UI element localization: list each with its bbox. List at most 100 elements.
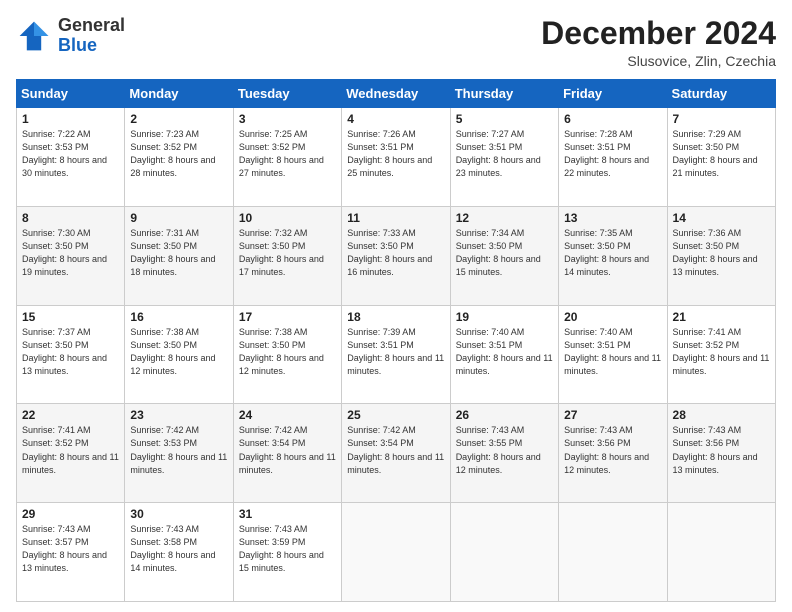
calendar-cell <box>559 503 667 602</box>
day-number: 13 <box>564 211 661 225</box>
cell-details: Sunrise: 7:42 AM Sunset: 3:53 PM Dayligh… <box>130 424 227 476</box>
day-number: 24 <box>239 408 336 422</box>
day-number: 12 <box>456 211 553 225</box>
cell-details: Sunrise: 7:34 AM Sunset: 3:50 PM Dayligh… <box>456 227 553 279</box>
day-number: 6 <box>564 112 661 126</box>
calendar-cell: 25 Sunrise: 7:42 AM Sunset: 3:54 PM Dayli… <box>342 404 450 503</box>
cell-details: Sunrise: 7:33 AM Sunset: 3:50 PM Dayligh… <box>347 227 444 279</box>
logo-general: General <box>58 16 125 36</box>
day-number: 10 <box>239 211 336 225</box>
cell-details: Sunrise: 7:22 AM Sunset: 3:53 PM Dayligh… <box>22 128 119 180</box>
weekday-monday: Monday <box>125 80 233 108</box>
calendar-cell: 2 Sunrise: 7:23 AM Sunset: 3:52 PM Daylig… <box>125 108 233 207</box>
day-number: 19 <box>456 310 553 324</box>
cell-details: Sunrise: 7:35 AM Sunset: 3:50 PM Dayligh… <box>564 227 661 279</box>
calendar-cell: 15Sunrise: 7:37 AM Sunset: 3:50 PM Dayli… <box>17 305 125 404</box>
day-number: 25 <box>347 408 444 422</box>
day-number: 29 <box>22 507 119 521</box>
cell-details: Sunrise: 7:38 AM Sunset: 3:50 PM Dayligh… <box>239 326 336 378</box>
cell-details: Sunrise: 7:40 AM Sunset: 3:51 PM Dayligh… <box>564 326 661 378</box>
day-number: 1 <box>22 112 119 126</box>
calendar-cell: 22 Sunrise: 7:41 AM Sunset: 3:52 PM Dayli… <box>17 404 125 503</box>
calendar-cell: 1 Sunrise: 7:22 AM Sunset: 3:53 PM Daylig… <box>17 108 125 207</box>
week-row-4: 22 Sunrise: 7:41 AM Sunset: 3:52 PM Dayli… <box>17 404 776 503</box>
day-number: 18 <box>347 310 444 324</box>
day-number: 15 <box>22 310 119 324</box>
cell-details: Sunrise: 7:27 AM Sunset: 3:51 PM Dayligh… <box>456 128 553 180</box>
weekday-saturday: Saturday <box>667 80 775 108</box>
calendar-cell: 24Sunrise: 7:42 AM Sunset: 3:54 PM Dayli… <box>233 404 341 503</box>
cell-details: Sunrise: 7:40 AM Sunset: 3:51 PM Dayligh… <box>456 326 553 378</box>
cell-details: Sunrise: 7:43 AM Sunset: 3:59 PM Dayligh… <box>239 523 336 575</box>
calendar-table: SundayMondayTuesdayWednesdayThursdayFrid… <box>16 79 776 602</box>
calendar-cell: 9 Sunrise: 7:31 AM Sunset: 3:50 PM Daylig… <box>125 206 233 305</box>
calendar-cell <box>667 503 775 602</box>
calendar-cell: 10Sunrise: 7:32 AM Sunset: 3:50 PM Dayli… <box>233 206 341 305</box>
calendar-cell: 3 Sunrise: 7:25 AM Sunset: 3:52 PM Daylig… <box>233 108 341 207</box>
day-number: 2 <box>130 112 227 126</box>
calendar-cell: 11 Sunrise: 7:33 AM Sunset: 3:50 PM Dayli… <box>342 206 450 305</box>
day-number: 31 <box>239 507 336 521</box>
cell-details: Sunrise: 7:31 AM Sunset: 3:50 PM Dayligh… <box>130 227 227 279</box>
day-number: 17 <box>239 310 336 324</box>
calendar-cell <box>342 503 450 602</box>
calendar-cell: 26Sunrise: 7:43 AM Sunset: 3:55 PM Dayli… <box>450 404 558 503</box>
day-number: 5 <box>456 112 553 126</box>
day-number: 20 <box>564 310 661 324</box>
logo-icon <box>16 18 52 54</box>
weekday-tuesday: Tuesday <box>233 80 341 108</box>
day-number: 22 <box>22 408 119 422</box>
day-number: 11 <box>347 211 444 225</box>
header: General Blue December 2024 Slusovice, Zl… <box>16 16 776 69</box>
day-number: 30 <box>130 507 227 521</box>
cell-details: Sunrise: 7:30 AM Sunset: 3:50 PM Dayligh… <box>22 227 119 279</box>
weekday-header-row: SundayMondayTuesdayWednesdayThursdayFrid… <box>17 80 776 108</box>
page: General Blue December 2024 Slusovice, Zl… <box>0 0 792 612</box>
cell-details: Sunrise: 7:36 AM Sunset: 3:50 PM Dayligh… <box>673 227 770 279</box>
day-number: 9 <box>130 211 227 225</box>
calendar-cell: 12 Sunrise: 7:34 AM Sunset: 3:50 PM Dayli… <box>450 206 558 305</box>
calendar-cell: 5 Sunrise: 7:27 AM Sunset: 3:51 PM Daylig… <box>450 108 558 207</box>
cell-details: Sunrise: 7:26 AM Sunset: 3:51 PM Dayligh… <box>347 128 444 180</box>
week-row-2: 8 Sunrise: 7:30 AM Sunset: 3:50 PM Daylig… <box>17 206 776 305</box>
cell-details: Sunrise: 7:43 AM Sunset: 3:56 PM Dayligh… <box>673 424 770 476</box>
cell-details: Sunrise: 7:43 AM Sunset: 3:57 PM Dayligh… <box>22 523 119 575</box>
calendar-cell: 17 Sunrise: 7:38 AM Sunset: 3:50 PM Dayli… <box>233 305 341 404</box>
day-number: 27 <box>564 408 661 422</box>
weekday-wednesday: Wednesday <box>342 80 450 108</box>
calendar-cell: 29 Sunrise: 7:43 AM Sunset: 3:57 PM Dayli… <box>17 503 125 602</box>
calendar-cell: 21Sunrise: 7:41 AM Sunset: 3:52 PM Dayli… <box>667 305 775 404</box>
weekday-friday: Friday <box>559 80 667 108</box>
cell-details: Sunrise: 7:43 AM Sunset: 3:58 PM Dayligh… <box>130 523 227 575</box>
title-block: December 2024 Slusovice, Zlin, Czechia <box>541 16 776 69</box>
day-number: 4 <box>347 112 444 126</box>
calendar-cell: 20 Sunrise: 7:40 AM Sunset: 3:51 PM Dayli… <box>559 305 667 404</box>
location: Slusovice, Zlin, Czechia <box>541 53 776 69</box>
day-number: 14 <box>673 211 770 225</box>
cell-details: Sunrise: 7:43 AM Sunset: 3:55 PM Dayligh… <box>456 424 553 476</box>
cell-details: Sunrise: 7:43 AM Sunset: 3:56 PM Dayligh… <box>564 424 661 476</box>
day-number: 8 <box>22 211 119 225</box>
weekday-thursday: Thursday <box>450 80 558 108</box>
month-title: December 2024 <box>541 16 776 51</box>
calendar-cell: 7Sunrise: 7:29 AM Sunset: 3:50 PM Daylig… <box>667 108 775 207</box>
calendar-cell: 28 Sunrise: 7:43 AM Sunset: 3:56 PM Dayli… <box>667 404 775 503</box>
week-row-1: 1 Sunrise: 7:22 AM Sunset: 3:53 PM Daylig… <box>17 108 776 207</box>
day-number: 28 <box>673 408 770 422</box>
day-number: 16 <box>130 310 227 324</box>
day-number: 7 <box>673 112 770 126</box>
calendar-cell: 30 Sunrise: 7:43 AM Sunset: 3:58 PM Dayli… <box>125 503 233 602</box>
calendar-cell: 19 Sunrise: 7:40 AM Sunset: 3:51 PM Dayli… <box>450 305 558 404</box>
calendar-cell: 31 Sunrise: 7:43 AM Sunset: 3:59 PM Dayli… <box>233 503 341 602</box>
cell-details: Sunrise: 7:25 AM Sunset: 3:52 PM Dayligh… <box>239 128 336 180</box>
day-number: 3 <box>239 112 336 126</box>
cell-details: Sunrise: 7:41 AM Sunset: 3:52 PM Dayligh… <box>22 424 119 476</box>
logo-text: General Blue <box>58 16 125 56</box>
calendar-cell: 16Sunrise: 7:38 AM Sunset: 3:50 PM Dayli… <box>125 305 233 404</box>
day-number: 21 <box>673 310 770 324</box>
cell-details: Sunrise: 7:42 AM Sunset: 3:54 PM Dayligh… <box>347 424 444 476</box>
calendar-cell: 23Sunrise: 7:42 AM Sunset: 3:53 PM Dayli… <box>125 404 233 503</box>
cell-details: Sunrise: 7:23 AM Sunset: 3:52 PM Dayligh… <box>130 128 227 180</box>
calendar-cell: 14 Sunrise: 7:36 AM Sunset: 3:50 PM Dayli… <box>667 206 775 305</box>
cell-details: Sunrise: 7:39 AM Sunset: 3:51 PM Dayligh… <box>347 326 444 378</box>
